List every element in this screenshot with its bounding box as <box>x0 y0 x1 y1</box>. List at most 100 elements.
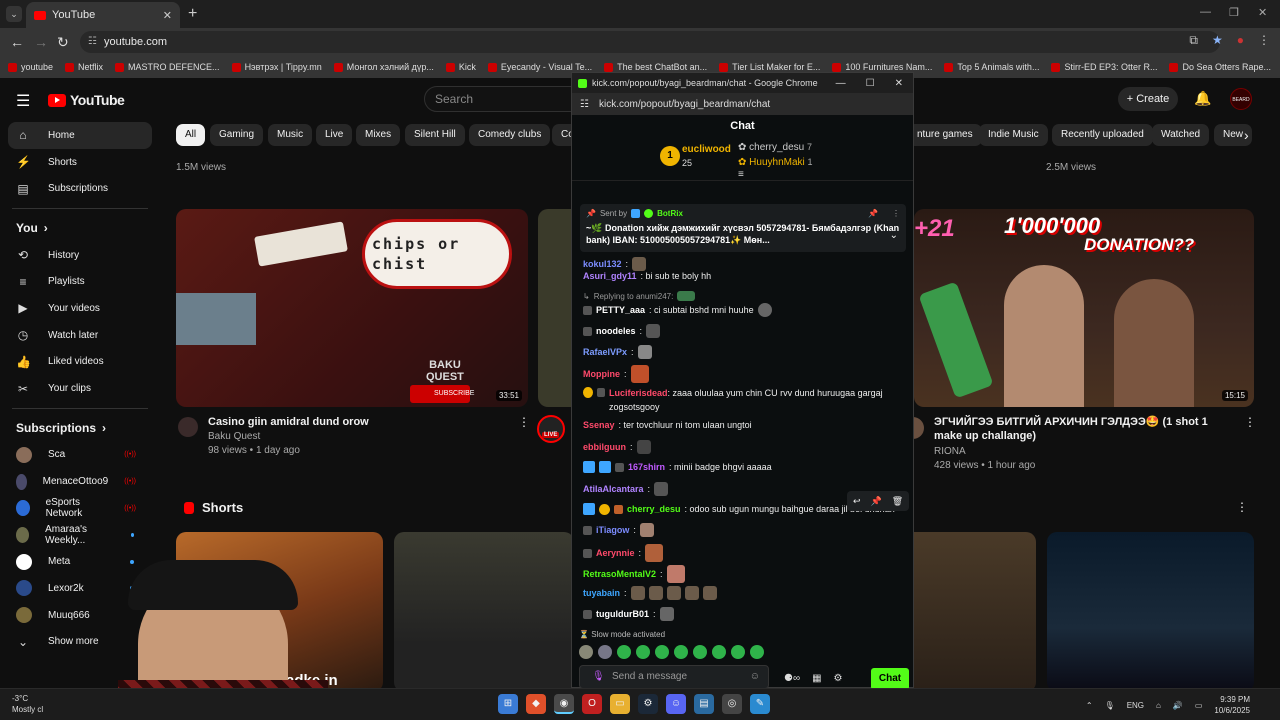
minimize-button[interactable]: — <box>836 78 846 89</box>
menu-icon[interactable]: ☰ <box>16 91 30 111</box>
close-window-button[interactable]: ✕ <box>1258 6 1267 19</box>
chat-username[interactable]: cherry_desu <box>627 504 681 514</box>
search-input[interactable]: Search <box>424 86 574 112</box>
short-thumbnail[interactable] <box>394 532 574 692</box>
obs-icon[interactable]: ◎ <box>722 694 742 714</box>
close-tab-icon[interactable]: ✕ <box>163 9 172 22</box>
site-info-icon[interactable]: ☷ <box>580 99 589 110</box>
expand-leaderboard-icon[interactable]: ≡ <box>738 169 744 180</box>
chat-message[interactable]: RafaelVPx: <box>583 345 652 359</box>
app-icon[interactable]: ▤ <box>694 694 714 714</box>
reply-icon[interactable]: ↩ <box>853 496 861 507</box>
emote-icon[interactable] <box>655 645 669 659</box>
chat-username[interactable]: 167shirn <box>628 462 665 472</box>
chat-message[interactable]: tuguldurB01: <box>583 607 674 621</box>
bookmark-item[interactable]: MASTRO DEFENCE... <box>115 62 220 72</box>
chat-username[interactable]: iTiagow <box>596 525 629 535</box>
minimize-button[interactable]: — <box>1200 6 1211 18</box>
video-title[interactable]: Casino giin amidral dund orow <box>208 415 508 429</box>
microphone-icon[interactable]: 🎙 <box>592 666 605 688</box>
video-thumbnail-partial[interactable] <box>538 209 572 407</box>
trash-icon[interactable]: 🗑 <box>892 496 903 507</box>
bookmark-item[interactable]: The best ChatBot an... <box>604 62 707 72</box>
sidebar-sub-esports[interactable]: eSports Network ((•)) <box>0 495 160 522</box>
video-title[interactable]: ЭГЧИЙГЭЭ БИТГИЙ АРХИЧИН ГЭЛДЭЭ🤩 (1 shot … <box>934 415 1238 443</box>
chat-message-input[interactable]: 🎙 Send a message ☺ <box>579 665 769 689</box>
sidebar-item-playlists[interactable]: ≡ Playlists <box>0 268 160 295</box>
chip-music[interactable]: Music <box>268 124 313 146</box>
chip-mixes[interactable]: Mixes <box>356 124 401 146</box>
chat-username[interactable]: Aerynnie <box>596 548 635 558</box>
chip-gaming[interactable]: Gaming <box>210 124 264 146</box>
sidebar-item-home[interactable]: ⌂ Home <box>8 122 152 149</box>
short-thumbnail[interactable] <box>1047 532 1254 692</box>
emote-icon[interactable] <box>693 645 707 659</box>
sidebar-item-shorts[interactable]: ⚡ Shorts <box>0 149 160 176</box>
chevron-right-icon[interactable]: › <box>1244 127 1249 143</box>
chat-message[interactable]: kokul132: <box>583 257 647 271</box>
emote-icon[interactable] <box>712 645 726 659</box>
browser-menu-icon[interactable]: ⋮ <box>1258 33 1270 48</box>
sidebar-sub-sca[interactable]: Sca ((•)) <box>0 442 160 469</box>
bookmark-item[interactable]: Netflix <box>65 62 103 72</box>
volume-icon[interactable]: 🔊 <box>1173 701 1183 710</box>
network-icon[interactable]: ⌂ <box>1156 701 1161 710</box>
more-options-icon[interactable]: ⋮ <box>1236 500 1248 514</box>
chat-message[interactable]: Aerynnie: <box>583 544 664 562</box>
chat-message[interactable]: 167shirn: minii badge bhgvi aaaaa <box>583 461 772 473</box>
emote-icon[interactable] <box>579 645 593 659</box>
back-icon[interactable]: ← <box>10 34 24 50</box>
chat-message[interactable]: RetrasoMentalV2: <box>583 565 685 583</box>
chat-username[interactable]: AtilaAlcantara <box>583 484 644 494</box>
bookmark-item[interactable]: 100 Furnitures Nam... <box>832 62 932 72</box>
sidebar-item-liked-videos[interactable]: 👍 Liked videos <box>0 349 160 376</box>
bookmark-item[interactable]: youtube <box>8 62 53 72</box>
bookmark-item[interactable]: Stirr-ED EP3: Otter R... <box>1051 62 1157 72</box>
maximize-button[interactable]: ☐ <box>866 78 875 89</box>
weather-widget[interactable]: -3°C Mostly cl <box>12 693 43 715</box>
bookmark-item[interactable]: Kick <box>445 62 476 72</box>
browser-tab-youtube[interactable]: YouTube ✕ <box>26 2 180 28</box>
sidebar-sub-menaceottoo9[interactable]: MenaceOttoo9 ((•)) <box>0 468 160 495</box>
chat-username[interactable]: RafaelVPx <box>583 347 627 357</box>
chat-username[interactable]: noodeles <box>596 326 636 336</box>
points-icon[interactable]: ⚈∞ <box>784 673 800 684</box>
reply-context[interactable]: ↳ Replying to anumi247: <box>583 291 696 301</box>
chat-message[interactable]: Luciferisdead: zaaa oluulaa yum chin CU … <box>583 386 903 414</box>
account-avatar[interactable]: BEARD <box>1230 88 1252 110</box>
forward-icon[interactable]: → <box>34 34 48 50</box>
restore-button[interactable]: ❐ <box>1229 6 1239 19</box>
bookmark-item[interactable]: Top 5 Animals with... <box>944 62 1039 72</box>
tab-search-button[interactable]: ⌄ <box>6 6 22 22</box>
sidebar-item-watch-later[interactable]: ◷ Watch later <box>0 322 160 349</box>
windows-start-icon[interactable]: ⊞ <box>498 694 518 714</box>
chevron-up-icon[interactable]: ⌃ <box>1086 701 1093 710</box>
channel-name[interactable]: RIONA <box>934 445 966 459</box>
video-thumbnail-donation[interactable]: +21 1'000'000 DONATION?? 15:15 <box>914 209 1254 407</box>
chip-comedy-clubs[interactable]: Comedy clubs <box>469 124 551 146</box>
bookmark-item[interactable]: Нэвтрэх | Tippy.mn <box>231 62 322 72</box>
chip-recently-uploaded[interactable]: Recently uploaded <box>1052 124 1153 146</box>
chip-indie-music[interactable]: Indie Music <box>979 124 1048 146</box>
channel-avatar[interactable] <box>178 417 198 437</box>
sidebar-item-history[interactable]: ⟲ History <box>0 242 160 269</box>
store-icon[interactable]: ▦ <box>812 673 821 684</box>
chat-message[interactable]: Asuri_gdy11: bi sub te boly hh <box>583 271 711 281</box>
popup-url-bar[interactable]: ☷ kick.com/popout/byagi_beardman/chat <box>572 93 913 115</box>
leader-second[interactable]: ✿ cherry_desu 7 <box>738 142 812 153</box>
chip-silent-hill[interactable]: Silent Hill <box>405 124 465 146</box>
chat-username[interactable]: Luciferisdead <box>609 388 668 398</box>
bookmark-item[interactable]: Tier List Maker for E... <box>719 62 820 72</box>
emote-icon[interactable] <box>636 645 650 659</box>
sidebar-sub-amaraa[interactable]: Amaraa's Weekly... <box>0 522 160 549</box>
bookmark-star-icon[interactable]: ★ <box>1212 33 1223 48</box>
opera-icon[interactable]: O <box>582 694 602 714</box>
language-indicator[interactable]: ENG <box>1127 701 1144 710</box>
profile-icon[interactable]: ● <box>1237 33 1244 48</box>
youtube-logo[interactable]: YouTube <box>48 92 125 108</box>
url-field[interactable]: ☷ youtube.com <box>80 31 1220 53</box>
steam-icon[interactable]: ⚙ <box>638 694 658 714</box>
chat-message[interactable]: PETTY_aaa: ci subtai bshd mni huuhe <box>583 303 772 317</box>
bookmark-item[interactable]: Монгол хэлний дүр... <box>333 62 434 72</box>
brave-browser-icon[interactable]: ◆ <box>526 694 546 714</box>
